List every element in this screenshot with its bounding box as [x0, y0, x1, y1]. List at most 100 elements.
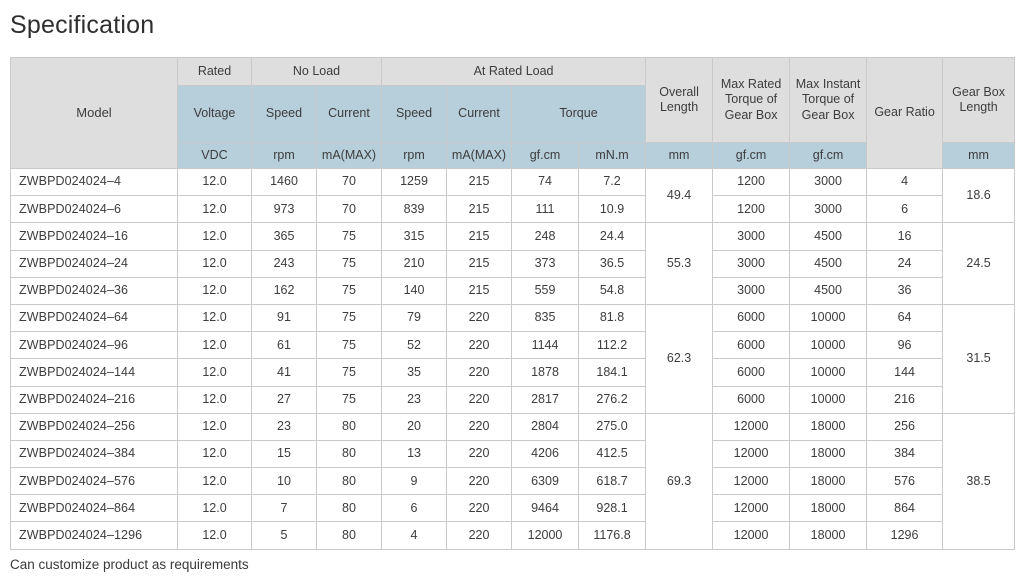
- cell-rated-load-speed: 20: [382, 413, 447, 440]
- header-rated-load-current: Current: [447, 86, 512, 143]
- cell-rated-load-current: 215: [447, 196, 512, 223]
- header-group-at-rated-load: At Rated Load: [382, 58, 646, 86]
- cell-model: ZWBPD024024–864: [11, 495, 178, 522]
- cell-rated-load-speed: 13: [382, 440, 447, 467]
- cell-model: ZWBPD024024–64: [11, 304, 178, 331]
- cell-gear-ratio: 24: [867, 250, 943, 277]
- cell-no-load-speed: 15: [252, 440, 317, 467]
- cell-torque-mnm: 112.2: [579, 332, 646, 359]
- page-title: Specification: [10, 8, 154, 42]
- cell-torque-mnm: 276.2: [579, 386, 646, 413]
- unit-max-instant-torque: gf.cm: [790, 143, 867, 169]
- unit-torque-gfcm: gf.cm: [512, 143, 579, 169]
- cell-rated-load-speed: 315: [382, 223, 447, 250]
- cell-voltage: 12.0: [178, 440, 252, 467]
- cell-torque-mnm: 10.9: [579, 196, 646, 223]
- cell-rated-load-current: 215: [447, 250, 512, 277]
- cell-max-instant-torque: 3000: [790, 196, 867, 223]
- unit-voltage: VDC: [178, 143, 252, 169]
- cell-torque-mnm: 36.5: [579, 250, 646, 277]
- cell-torque-mnm: 412.5: [579, 440, 646, 467]
- cell-no-load-speed: 23: [252, 413, 317, 440]
- header-no-load-current: Current: [317, 86, 382, 143]
- cell-rated-load-speed: 23: [382, 386, 447, 413]
- cell-gear-box-length: 24.5: [943, 223, 1015, 305]
- cell-torque-mnm: 24.4: [579, 223, 646, 250]
- cell-model: ZWBPD024024–384: [11, 440, 178, 467]
- cell-model: ZWBPD024024–576: [11, 468, 178, 495]
- cell-rated-load-speed: 4: [382, 522, 447, 549]
- cell-gear-box-length: 18.6: [943, 169, 1015, 223]
- cell-max-rated-torque: 12000: [713, 522, 790, 549]
- header-voltage: Voltage: [178, 86, 252, 143]
- unit-rated-load-current: mA(MAX): [447, 143, 512, 169]
- cell-torque-gfcm: 1144: [512, 332, 579, 359]
- table-row: ZWBPD024024–38412.01580132204206412.5120…: [11, 440, 1015, 467]
- cell-no-load-speed: 61: [252, 332, 317, 359]
- cell-rated-load-current: 220: [447, 495, 512, 522]
- cell-no-load-current: 75: [317, 386, 382, 413]
- cell-torque-gfcm: 2817: [512, 386, 579, 413]
- cell-torque-mnm: 1176.8: [579, 522, 646, 549]
- cell-torque-gfcm: 559: [512, 277, 579, 304]
- cell-no-load-speed: 91: [252, 304, 317, 331]
- cell-gear-ratio: 64: [867, 304, 943, 331]
- cell-rated-load-current: 220: [447, 359, 512, 386]
- cell-rated-load-current: 215: [447, 277, 512, 304]
- cell-no-load-speed: 243: [252, 250, 317, 277]
- cell-no-load-speed: 5: [252, 522, 317, 549]
- cell-torque-mnm: 275.0: [579, 413, 646, 440]
- cell-gear-ratio: 216: [867, 386, 943, 413]
- cell-rated-load-current: 220: [447, 386, 512, 413]
- cell-overall-length: 49.4: [646, 169, 713, 223]
- table-row: ZWBPD024024–14412.04175352201878184.1600…: [11, 359, 1015, 386]
- cell-model: ZWBPD024024–4: [11, 169, 178, 196]
- header-gear-box-length: Gear Box Length: [943, 58, 1015, 143]
- cell-torque-mnm: 928.1: [579, 495, 646, 522]
- cell-gear-box-length: 38.5: [943, 413, 1015, 549]
- cell-voltage: 12.0: [178, 413, 252, 440]
- cell-model: ZWBPD024024–256: [11, 413, 178, 440]
- cell-max-instant-torque: 18000: [790, 522, 867, 549]
- table-row: ZWBPD024024–9612.06175522201144112.26000…: [11, 332, 1015, 359]
- cell-overall-length: 55.3: [646, 223, 713, 305]
- cell-no-load-speed: 27: [252, 386, 317, 413]
- cell-max-instant-torque: 18000: [790, 468, 867, 495]
- cell-rated-load-speed: 140: [382, 277, 447, 304]
- cell-no-load-current: 80: [317, 468, 382, 495]
- cell-torque-gfcm: 835: [512, 304, 579, 331]
- cell-rated-load-current: 215: [447, 169, 512, 196]
- cell-rated-load-speed: 1259: [382, 169, 447, 196]
- table-row: ZWBPD024024–412.01460701259215747.249.41…: [11, 169, 1015, 196]
- specification-table: Model Rated No Load At Rated Load Overal…: [10, 57, 1015, 550]
- table-row: ZWBPD024024–57612.0108092206309618.71200…: [11, 468, 1015, 495]
- table-row: ZWBPD024024–612.09737083921511110.912003…: [11, 196, 1015, 223]
- table-row: ZWBPD024024–86412.078062209464928.112000…: [11, 495, 1015, 522]
- cell-max-rated-torque: 6000: [713, 386, 790, 413]
- cell-max-rated-torque: 6000: [713, 304, 790, 331]
- table-header: Model Rated No Load At Rated Load Overal…: [11, 58, 1015, 169]
- cell-torque-gfcm: 12000: [512, 522, 579, 549]
- cell-rated-load-speed: 9: [382, 468, 447, 495]
- cell-no-load-speed: 162: [252, 277, 317, 304]
- header-max-instant-torque: Max Instant Torque of Gear Box: [790, 58, 867, 143]
- cell-torque-gfcm: 74: [512, 169, 579, 196]
- header-overall-length: Overall Length: [646, 58, 713, 143]
- header-torque: Torque: [512, 86, 646, 143]
- cell-no-load-current: 80: [317, 495, 382, 522]
- cell-rated-load-speed: 839: [382, 196, 447, 223]
- cell-model: ZWBPD024024–96: [11, 332, 178, 359]
- cell-max-rated-torque: 6000: [713, 332, 790, 359]
- cell-rated-load-current: 220: [447, 332, 512, 359]
- cell-rated-load-current: 220: [447, 304, 512, 331]
- cell-gear-box-length: 31.5: [943, 304, 1015, 413]
- cell-model: ZWBPD024024–36: [11, 277, 178, 304]
- unit-no-load-speed: rpm: [252, 143, 317, 169]
- header-no-load-speed: Speed: [252, 86, 317, 143]
- cell-gear-ratio: 6: [867, 196, 943, 223]
- table-row: ZWBPD024024–25612.02380202202804275.069.…: [11, 413, 1015, 440]
- header-rated-load-speed: Speed: [382, 86, 447, 143]
- table-row: ZWBPD024024–1612.03657531521524824.455.3…: [11, 223, 1015, 250]
- cell-rated-load-current: 215: [447, 223, 512, 250]
- cell-gear-ratio: 256: [867, 413, 943, 440]
